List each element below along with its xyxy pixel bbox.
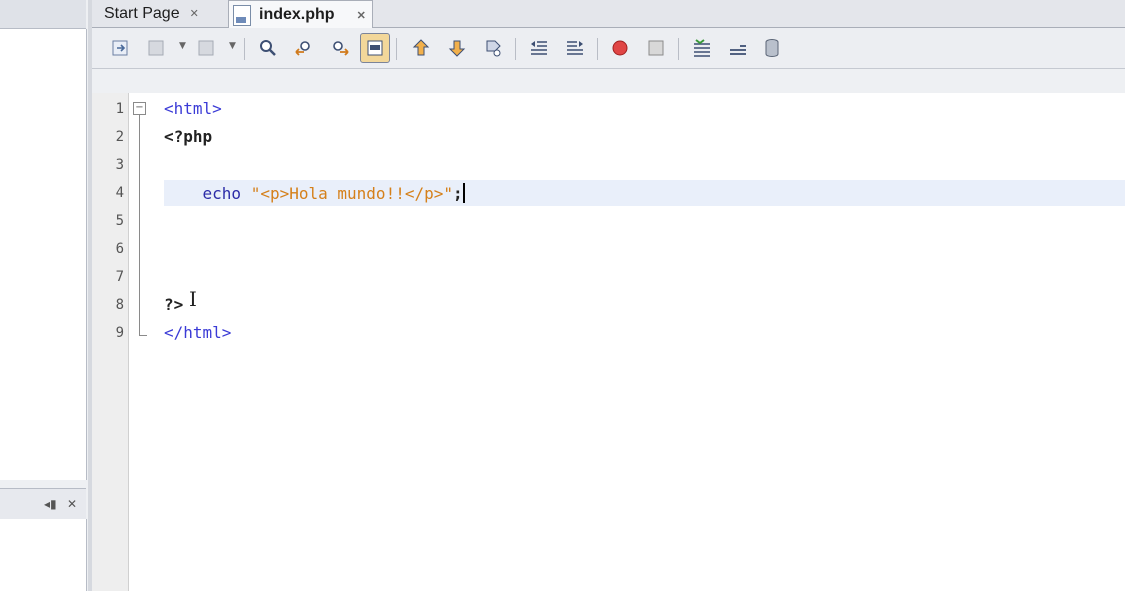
database-icon[interactable] <box>760 36 784 60</box>
code-line: <html> <box>164 99 222 118</box>
line-number: 8 <box>115 297 124 313</box>
code-line-current: echo "<p>Hola mundo!!</p>"; <box>164 183 465 203</box>
editor-top-strip <box>92 69 1125 93</box>
line-number: 4 <box>115 185 124 201</box>
close-tab-icon[interactable]: ✕ <box>357 9 366 22</box>
left-panel: ◂▮ ✕ <box>0 0 88 591</box>
left-panel-top <box>0 0 86 29</box>
minimize-window-icon[interactable]: ◂▮ <box>44 497 57 511</box>
toggle-bookmark-icon[interactable] <box>481 36 505 60</box>
fold-toggle-icon[interactable]: − <box>133 102 146 115</box>
html-close-tag: </html> <box>164 323 232 342</box>
line-number: 3 <box>115 157 124 173</box>
fold-guide-end <box>139 335 147 336</box>
last-edit-icon[interactable] <box>109 36 133 60</box>
php-open-tag: <?php <box>164 127 213 146</box>
shift-left-icon[interactable] <box>527 36 551 60</box>
html-tag: <html> <box>164 99 222 118</box>
tab-label: index.php <box>259 6 335 23</box>
navigator-header: ◂▮ ✕ <box>0 488 86 520</box>
start-macro-icon[interactable] <box>608 36 632 60</box>
tab-start-page[interactable]: Start Page ✕ <box>104 0 199 27</box>
back-icon[interactable] <box>145 36 169 60</box>
php-file-icon <box>233 4 251 26</box>
line-number: 5 <box>115 213 124 229</box>
uncomment-icon[interactable] <box>726 36 750 60</box>
previous-bookmark-icon[interactable] <box>409 36 433 60</box>
tab-label: Start Page <box>104 4 180 22</box>
toolbar-separator <box>244 38 245 60</box>
php-close-tag: ?> <box>164 295 184 314</box>
close-window-icon[interactable]: ✕ <box>67 497 77 511</box>
line-number: 6 <box>115 241 124 257</box>
line-number: 9 <box>115 325 124 341</box>
editor-toolbar: ▼ ▼ <box>92 28 1125 69</box>
code-line: </html> <box>164 323 231 342</box>
toolbar-separator <box>678 38 679 60</box>
fold-guide <box>139 115 140 335</box>
shift-right-icon[interactable] <box>563 36 587 60</box>
line-number: 7 <box>115 269 124 285</box>
toolbar-separator <box>515 38 516 60</box>
semicolon: ; <box>453 184 463 203</box>
chevron-down-icon[interactable]: ▼ <box>179 41 186 51</box>
line-number: 1 <box>115 101 124 117</box>
comment-icon[interactable] <box>690 36 714 60</box>
find-next-icon[interactable] <box>328 36 352 60</box>
chevron-down-icon[interactable]: ▼ <box>229 41 236 51</box>
code-line: ?> <box>164 295 183 314</box>
find-previous-icon[interactable] <box>292 36 316 60</box>
echo-keyword: echo <box>164 184 251 203</box>
string-literal: "<p>Hola mundo!!</p>" <box>250 184 453 203</box>
forward-icon[interactable] <box>195 36 219 60</box>
toggle-highlight-icon[interactable] <box>360 33 390 63</box>
projects-panel <box>0 29 87 480</box>
tab-index-php[interactable]: index.php ✕ <box>228 0 373 29</box>
editor-tab-bar: Start Page ✕ index.php ✕ <box>92 0 1125 29</box>
next-bookmark-icon[interactable] <box>445 36 469 60</box>
code-line: <?php <box>164 127 212 146</box>
toolbar-separator <box>396 38 397 60</box>
line-number: 2 <box>115 129 124 145</box>
stop-macro-icon[interactable] <box>644 36 668 60</box>
mouse-ibeam-cursor: I <box>189 287 197 311</box>
close-tab-icon[interactable]: ✕ <box>190 7 199 20</box>
toolbar-separator <box>597 38 598 60</box>
find-icon[interactable] <box>256 36 280 60</box>
navigator-panel <box>0 519 87 591</box>
code-editor[interactable]: 1 2 3 4 5 6 7 8 9 − <html> <?php echo "<… <box>92 69 1125 591</box>
text-caret <box>462 183 465 203</box>
